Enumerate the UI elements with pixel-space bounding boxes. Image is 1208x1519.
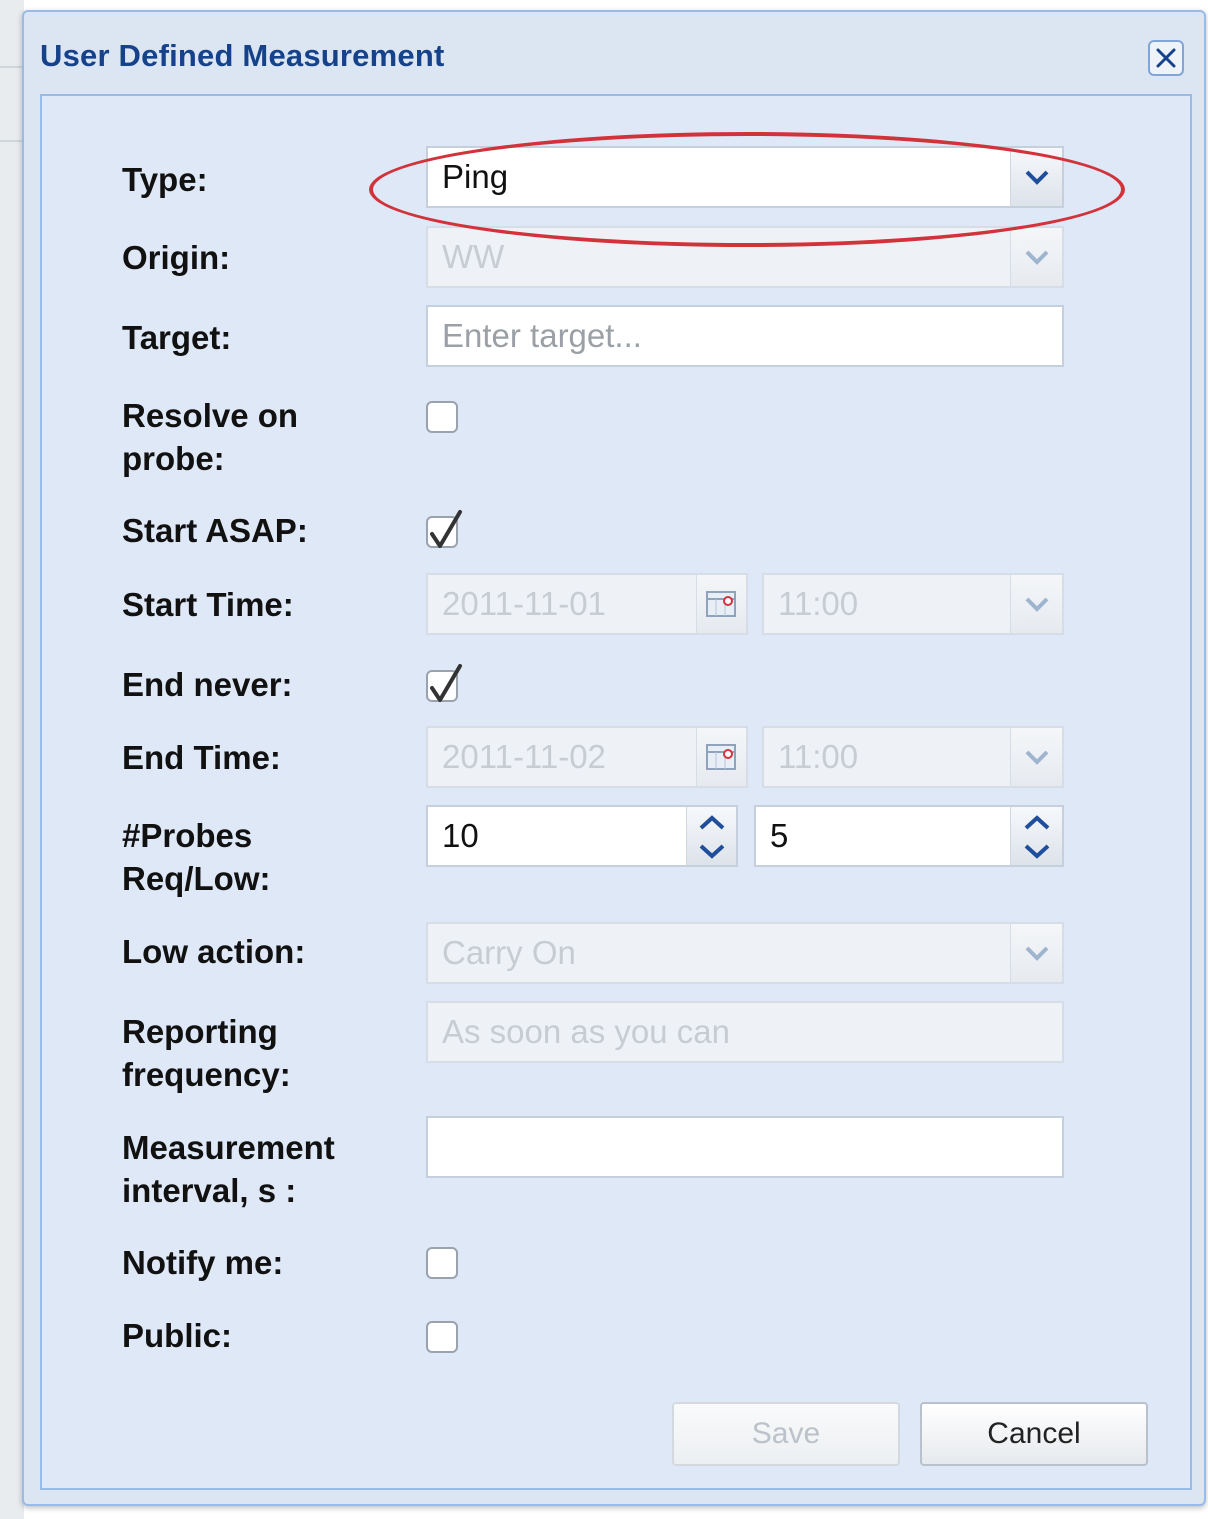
type-label: Type: bbox=[122, 161, 208, 198]
spinner-icon bbox=[699, 815, 725, 859]
end-date-picker-button[interactable] bbox=[696, 726, 748, 788]
background-divider bbox=[0, 140, 24, 142]
probes-label-line2: Req/Low: bbox=[122, 860, 271, 897]
resolve-on-probe-checkbox[interactable] bbox=[426, 401, 458, 433]
measurement-interval-label: Measurement interval, s : bbox=[122, 1126, 402, 1212]
notify-me-label: Notify me: bbox=[122, 1244, 284, 1281]
dialog-title: User Defined Measurement bbox=[40, 38, 445, 73]
probes-requested-value: 10 bbox=[442, 817, 479, 854]
spinner-icon bbox=[1024, 815, 1050, 859]
start-time-select[interactable]: 11:00 bbox=[762, 573, 1012, 635]
low-action-select[interactable]: Carry On bbox=[426, 922, 1012, 984]
checkmark-icon bbox=[430, 664, 462, 702]
chevron-down-icon bbox=[1025, 597, 1049, 612]
cancel-button[interactable]: Cancel bbox=[920, 1402, 1148, 1466]
end-never-checkbox[interactable] bbox=[426, 664, 462, 702]
start-date-input[interactable]: 2011-11-01 bbox=[426, 573, 698, 635]
start-date-picker-button[interactable] bbox=[696, 573, 748, 635]
start-asap-label: Start ASAP: bbox=[122, 512, 308, 549]
end-date-value: 2011-11-02 bbox=[442, 738, 606, 775]
calendar-icon bbox=[706, 591, 736, 617]
probes-low-input[interactable]: 5 bbox=[754, 805, 1012, 867]
probes-requested-input[interactable]: 10 bbox=[426, 805, 688, 867]
target-label: Target: bbox=[122, 319, 232, 356]
reporting-frequency-label: Reporting frequency: bbox=[122, 1010, 402, 1096]
public-label: Public: bbox=[122, 1317, 233, 1354]
chevron-down-icon bbox=[1025, 750, 1049, 765]
resolve-on-probe-label-line2: probe: bbox=[122, 440, 225, 477]
origin-dropdown-trigger[interactable] bbox=[1010, 226, 1064, 288]
close-button[interactable] bbox=[1148, 40, 1184, 76]
chevron-down-icon bbox=[1025, 250, 1049, 265]
probes-label: #Probes Req/Low: bbox=[122, 814, 402, 900]
save-button[interactable]: Save bbox=[672, 1402, 900, 1466]
origin-value: WW bbox=[442, 238, 505, 275]
end-time-label: End Time: bbox=[122, 739, 281, 776]
reporting-frequency-label-line1: Reporting bbox=[122, 1013, 278, 1050]
measurement-interval-input[interactable] bbox=[426, 1116, 1064, 1178]
start-time-dropdown-trigger[interactable] bbox=[1010, 573, 1064, 635]
end-date-input[interactable]: 2011-11-02 bbox=[426, 726, 698, 788]
start-time-value: 11:00 bbox=[778, 585, 859, 622]
close-icon bbox=[1156, 48, 1176, 68]
low-action-label: Low action: bbox=[122, 933, 306, 970]
resolve-on-probe-label-line1: Resolve on bbox=[122, 397, 299, 434]
form-panel: Type: Ping Origin: WW Target: Enter targ… bbox=[40, 94, 1192, 1490]
checkmark-icon bbox=[430, 510, 462, 548]
public-checkbox[interactable] bbox=[426, 1321, 458, 1353]
probes-requested-spinner[interactable] bbox=[686, 805, 738, 867]
end-time-select[interactable]: 11:00 bbox=[762, 726, 1012, 788]
resolve-on-probe-label: Resolve on probe: bbox=[122, 394, 402, 480]
reporting-frequency-input[interactable]: As soon as you can bbox=[426, 1001, 1064, 1063]
end-never-label: End never: bbox=[122, 666, 293, 703]
target-input[interactable]: Enter target... bbox=[426, 305, 1064, 367]
origin-label: Origin: bbox=[122, 239, 231, 276]
end-time-value: 11:00 bbox=[778, 738, 859, 775]
target-placeholder: Enter target... bbox=[442, 317, 642, 354]
notify-me-checkbox[interactable] bbox=[426, 1247, 458, 1279]
highlight-oval bbox=[369, 132, 1125, 247]
start-asap-checkbox[interactable] bbox=[426, 510, 462, 548]
dialog-window: User Defined Measurement Type: Ping Orig… bbox=[22, 10, 1206, 1506]
start-date-value: 2011-11-01 bbox=[442, 585, 606, 622]
calendar-icon bbox=[706, 744, 736, 770]
chevron-down-icon bbox=[1025, 946, 1049, 961]
reporting-frequency-value: As soon as you can bbox=[442, 1013, 731, 1050]
reporting-frequency-label-line2: frequency: bbox=[122, 1056, 291, 1093]
background-divider bbox=[0, 66, 24, 68]
low-action-value: Carry On bbox=[442, 934, 576, 971]
probes-label-line1: #Probes bbox=[122, 817, 253, 854]
probes-low-value: 5 bbox=[770, 817, 789, 854]
start-time-label: Start Time: bbox=[122, 586, 294, 623]
measurement-interval-label-line1: Measurement bbox=[122, 1129, 335, 1166]
low-action-dropdown-trigger[interactable] bbox=[1010, 922, 1064, 984]
probes-low-spinner[interactable] bbox=[1010, 805, 1064, 867]
measurement-interval-label-line2: interval, s : bbox=[122, 1172, 297, 1209]
end-time-dropdown-trigger[interactable] bbox=[1010, 726, 1064, 788]
background-strip bbox=[0, 0, 24, 1519]
